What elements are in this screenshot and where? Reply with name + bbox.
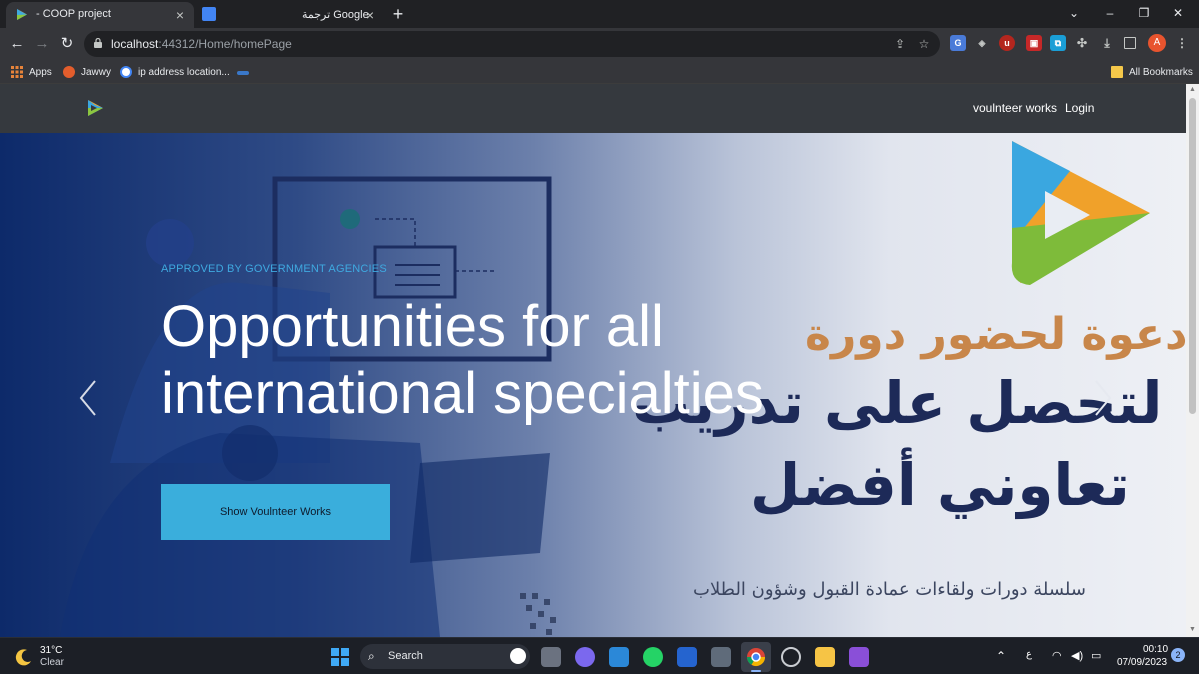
jawwy-icon [63,66,75,78]
menu-kebab-icon[interactable]: ⋮ [1174,35,1190,51]
tab-google-translate[interactable]: Google ترجمة × [194,2,384,28]
shield-extension-icon[interactable]: ◈ [974,35,990,51]
tab-coop-project[interactable]: - COOP project × [6,2,194,28]
windows-start-icon[interactable] [330,647,350,667]
close-tab-icon[interactable]: × [362,7,378,23]
bookmark-jawwy[interactable]: Jawwy [63,64,111,80]
todo-check-icon[interactable] [677,647,697,667]
site-logo-icon[interactable] [86,99,104,117]
bookmark-label: Jawwy [81,66,112,78]
notification-badge[interactable]: 2 [1171,648,1185,662]
google-icon [120,66,132,78]
forward-arrow-icon[interactable]: → [32,34,52,54]
windows-taskbar: 31°C Clear ⌕ Search ⌃ ع ◠ ◀) ▭ 00:10 07/… [0,637,1199,674]
hero-headline: Opportunities for all international spec… [161,293,921,427]
site-navbar: voulnteer works Login [0,84,1186,133]
reload-icon[interactable]: ↻ [57,34,77,54]
pdf-extension-icon[interactable]: ▣ [1026,35,1042,51]
bookmark-label: Apps [29,66,52,78]
address-bar[interactable]: localhost:44312/Home/homePage ⇪ ☆ [84,31,940,57]
clock-time[interactable]: 00:10 [1143,644,1168,655]
scroll-down-arrow-icon[interactable]: ▼ [1188,626,1197,634]
bookmark-star-icon[interactable]: ☆ [916,36,932,52]
google-translate-icon [202,7,216,21]
page-viewport: voulnteer works Login دعوة لحضور دورة لت… [0,84,1186,637]
side-panel-icon[interactable] [1124,37,1136,49]
extensions-puzzle-icon[interactable]: ✣ [1074,35,1090,51]
battery-icon[interactable]: ▭ [1091,649,1101,662]
maximize-icon[interactable]: ❐ [1134,4,1154,22]
hero-carousel: دعوة لحضور دورة لتحصل على تدريب تعاوني أ… [0,133,1186,637]
tab-title: - COOP project [36,8,111,20]
url-host: localhost [111,37,159,51]
lock-icon [94,38,102,48]
speedometer-icon[interactable] [781,647,801,667]
nav-link-volunteer-works[interactable]: voulnteer works [973,101,1057,115]
share-icon[interactable]: ⇪ [892,36,908,52]
all-bookmarks[interactable]: All Bookmarks [1111,64,1193,80]
weather-moon-icon[interactable] [14,647,34,667]
new-tab-icon[interactable]: + [388,4,408,24]
download-icon[interactable]: ⤓ [1099,35,1115,51]
whatsapp-icon[interactable] [643,647,663,667]
bing-icon [510,648,526,664]
weather-desc: Clear [40,657,64,668]
file-manager-icon[interactable] [815,647,835,667]
all-bookmarks-label: All Bookmarks [1129,66,1193,78]
hero-arabic-line-3: تعاوني أفضل [750,451,1130,519]
visual-studio-icon[interactable] [849,647,869,667]
profile-avatar[interactable]: A [1148,34,1166,52]
show-volunteer-works-button[interactable]: Show Voulnteer Works [161,484,390,540]
hero-arabic-line-4: سلسلة دورات ولقاءات عمادة القبول وشؤون ا… [693,579,1086,600]
page-scrollbar[interactable]: ▲ ▼ [1186,84,1199,637]
chrome-taskbar-button[interactable] [741,642,771,672]
teams-chat-icon[interactable] [575,647,595,667]
browser-tab-strip: - COOP project × Google ترجمة × + ⌄ – ❐ … [0,0,1199,28]
show-hidden-icons-chevron-icon[interactable]: ⌃ [996,649,1006,663]
active-indicator [751,670,761,672]
translate-extension-icon[interactable]: G [950,35,966,51]
taskbar-search-box[interactable]: ⌕ Search [360,644,530,669]
url-text: localhost:44312/Home/homePage [111,37,292,51]
task-view-icon[interactable] [541,647,561,667]
language-indicator[interactable]: ع [1026,649,1032,660]
chrome-icon [747,648,765,667]
bookmarks-bar: Apps Jawwy ip address location... All Bo… [0,60,1199,84]
carousel-prev-chevron-icon[interactable] [77,378,101,418]
calculator-icon[interactable] [711,647,731,667]
nav-link-login[interactable]: Login [1065,101,1094,115]
apps-grid-icon [11,66,23,78]
browser-toolbar: ← → ↻ localhost:44312/Home/homePage ⇪ ☆ … [0,28,1199,60]
folder-icon [1111,66,1123,78]
hero-logo-icon [1011,141,1150,285]
search-icon: ⌕ [368,649,375,663]
bookmark-unnamed[interactable] [237,64,255,80]
tab-title: Google ترجمة [302,9,369,21]
carousel-next-chevron-icon[interactable] [1090,378,1114,418]
url-path: :44312/Home/homePage [158,37,292,51]
bookmark-label: ip address location... [138,66,230,78]
volume-icon[interactable]: ◀) [1071,649,1083,662]
minimize-icon[interactable]: – [1100,4,1120,22]
tab-search-chevron-icon[interactable]: ⌄ [1064,4,1084,22]
bookmark-ip-address[interactable]: ip address location... [120,64,230,80]
close-window-icon[interactable]: ✕ [1168,4,1188,22]
desktop-icon[interactable] [609,647,629,667]
search-label: Search [388,650,423,662]
hero-headline-line-1: Opportunities for all [161,294,664,359]
hero-headline-line-2: international specialties [161,361,764,426]
coop-logo-icon [17,9,27,20]
bookmark-apps[interactable]: Apps [11,64,52,80]
weather-temp: 31°C [40,645,63,656]
ublock-extension-icon[interactable]: u [999,35,1015,51]
scroll-up-arrow-icon[interactable]: ▲ [1188,86,1197,94]
wifi-icon[interactable]: ◠ [1052,649,1062,662]
close-tab-icon[interactable]: × [172,7,188,23]
scrollbar-thumb[interactable] [1189,98,1196,414]
hero-eyebrow: APPROVED BY GOVERNMENT AGENCIES [161,263,387,275]
clock-date[interactable]: 07/09/2023 [1117,657,1167,668]
screen-extension-icon[interactable]: ⧉ [1050,35,1066,51]
back-arrow-icon[interactable]: ← [7,34,27,54]
link-icon [237,71,249,75]
